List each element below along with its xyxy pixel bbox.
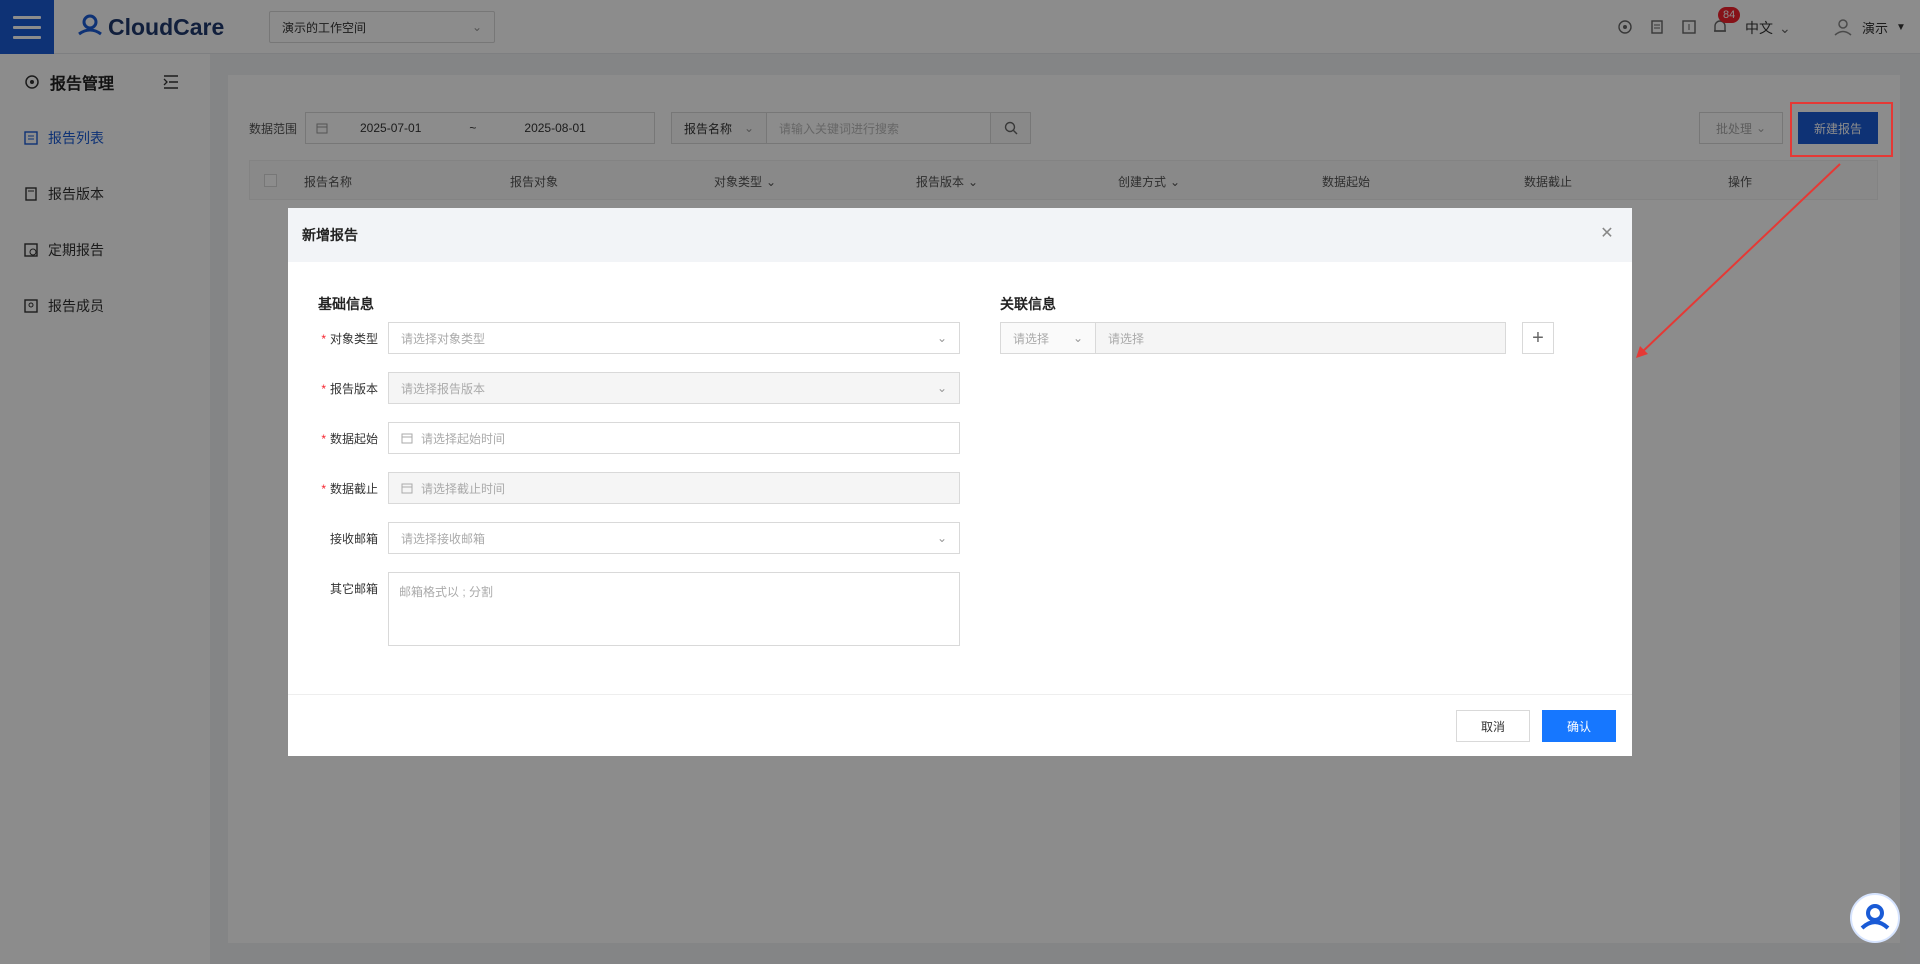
other-email-label: 其它邮箱	[329, 582, 378, 596]
dialog-header: 新增报告	[288, 208, 1632, 262]
calendar-icon	[401, 433, 413, 444]
related-type-placeholder: 请选择	[1013, 331, 1050, 346]
chevron-down-icon: ⌄	[1072, 331, 1083, 345]
receive-email-placeholder: 请选择接收邮箱	[401, 531, 486, 546]
highlight-annotation	[1790, 102, 1893, 157]
new-report-dialog: 新增报告 ✕ 基础信息 关联信息 * 对象类型 请选择对象类型 ⌄ * 报告版本 请…	[288, 208, 1632, 756]
data-start-placeholder: 请选择起始时间	[421, 431, 506, 446]
data-start-label: * 数据起始	[321, 432, 378, 446]
other-email-textarea[interactable]: 邮箱格式以 ; 分割	[388, 572, 960, 646]
basic-info-title: 基础信息	[318, 296, 374, 312]
assistant-logo-icon	[1860, 904, 1890, 930]
related-value-input[interactable]: 请选择	[1095, 322, 1506, 354]
related-value-placeholder: 请选择	[1108, 331, 1145, 346]
report-version-placeholder: 请选择报告版本	[401, 381, 486, 396]
chevron-down-icon: ⌄	[936, 531, 947, 545]
dialog-title: 新增报告	[302, 227, 358, 243]
receive-email-select[interactable]: 请选择接收邮箱 ⌄	[388, 522, 960, 554]
data-end-placeholder: 请选择截止时间	[421, 481, 506, 496]
receive-email-label: 接收邮箱	[329, 532, 378, 546]
add-related-button[interactable]: +	[1522, 322, 1554, 354]
object-type-select[interactable]: 请选择对象类型 ⌄	[388, 322, 960, 354]
confirm-button[interactable]: 确认	[1542, 710, 1616, 742]
data-start-picker[interactable]: 请选择起始时间	[388, 422, 960, 454]
calendar-icon	[401, 483, 413, 494]
object-type-placeholder: 请选择对象类型	[401, 331, 486, 346]
related-type-select[interactable]: 请选择 ⌄	[1000, 322, 1096, 354]
chevron-down-icon: ⌄	[936, 381, 947, 395]
object-type-label: * 对象类型	[321, 332, 378, 346]
report-version-label: * 报告版本	[321, 382, 378, 396]
data-end-label: * 数据截止	[321, 482, 378, 496]
assistant-button[interactable]	[1850, 893, 1900, 943]
related-info-title: 关联信息	[1000, 296, 1056, 312]
data-end-picker[interactable]: 请选择截止时间	[388, 472, 960, 504]
plus-icon: +	[1532, 326, 1544, 349]
close-icon[interactable]: ✕	[1598, 224, 1616, 242]
dialog-footer-divider	[288, 694, 1632, 695]
cancel-button[interactable]: 取消	[1456, 710, 1530, 742]
chevron-down-icon: ⌄	[936, 331, 947, 345]
report-version-select[interactable]: 请选择报告版本 ⌄	[388, 372, 960, 404]
